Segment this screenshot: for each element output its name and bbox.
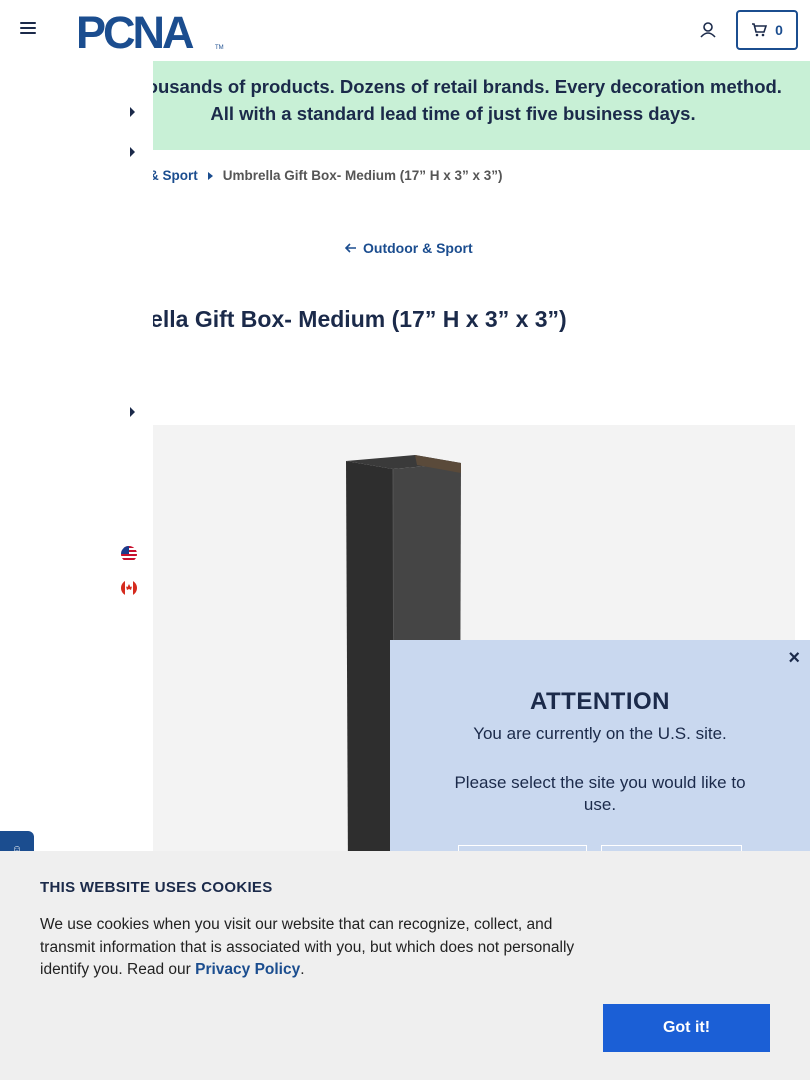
us-flag-icon[interactable] — [121, 546, 137, 562]
svg-text:TM: TM — [215, 45, 224, 51]
promo-banner: Thousands of products. Dozens of retail … — [124, 61, 810, 150]
cookie-period: . — [300, 961, 305, 978]
breadcrumb: Outdoor & Sport Umbrella Gift Box- Mediu… — [92, 168, 503, 183]
account-icon[interactable] — [698, 20, 718, 40]
breadcrumb-separator-icon — [207, 171, 213, 180]
cookie-text: We use cookies when you visit our websit… — [40, 914, 600, 982]
cart-count: 0 — [775, 22, 783, 38]
privacy-policy-link[interactable]: Privacy Policy — [195, 961, 300, 978]
cookie-banner: THIS WEBSITE USES COOKIES We use cookies… — [0, 851, 810, 1080]
site-selection-modal: × ATTENTION You are currently on the U.S… — [390, 640, 810, 885]
canada-flag-icon[interactable] — [121, 580, 137, 596]
got-it-button[interactable]: Got it! — [603, 1004, 770, 1052]
modal-current-site: You are currently on the U.S. site. — [473, 724, 727, 743]
cart-button[interactable]: 0 — [736, 10, 798, 50]
cookie-body: We use cookies when you visit our websit… — [40, 916, 575, 978]
back-link[interactable]: Outdoor & Sport — [345, 240, 473, 256]
menu-icon[interactable] — [20, 22, 36, 36]
caret-right-icon[interactable] — [130, 147, 135, 157]
close-icon[interactable]: × — [788, 648, 800, 668]
side-panel — [0, 61, 153, 461]
site-header: PCNA TM 0 — [0, 0, 810, 61]
breadcrumb-current: Umbrella Gift Box- Medium (17” H x 3” x … — [222, 168, 503, 183]
promo-text: Thousands of products. Dozens of retail … — [124, 76, 782, 124]
arrow-left-icon — [345, 243, 356, 253]
cookie-title: THIS WEBSITE USES COOKIES — [40, 879, 273, 896]
modal-title: ATTENTION — [529, 688, 671, 715]
product-title: Umbrella Gift Box- Medium (17” H x 3” x … — [90, 306, 567, 332]
svg-text:PCNA: PCNA — [76, 10, 194, 52]
modal-select-prompt: Please select the site you would like to… — [454, 773, 746, 814]
cart-icon — [752, 23, 768, 37]
back-link-label: Outdoor & Sport — [363, 240, 473, 256]
caret-right-icon[interactable] — [130, 407, 135, 417]
pcna-logo[interactable]: PCNA TM — [76, 10, 226, 52]
caret-right-icon[interactable] — [130, 107, 135, 117]
